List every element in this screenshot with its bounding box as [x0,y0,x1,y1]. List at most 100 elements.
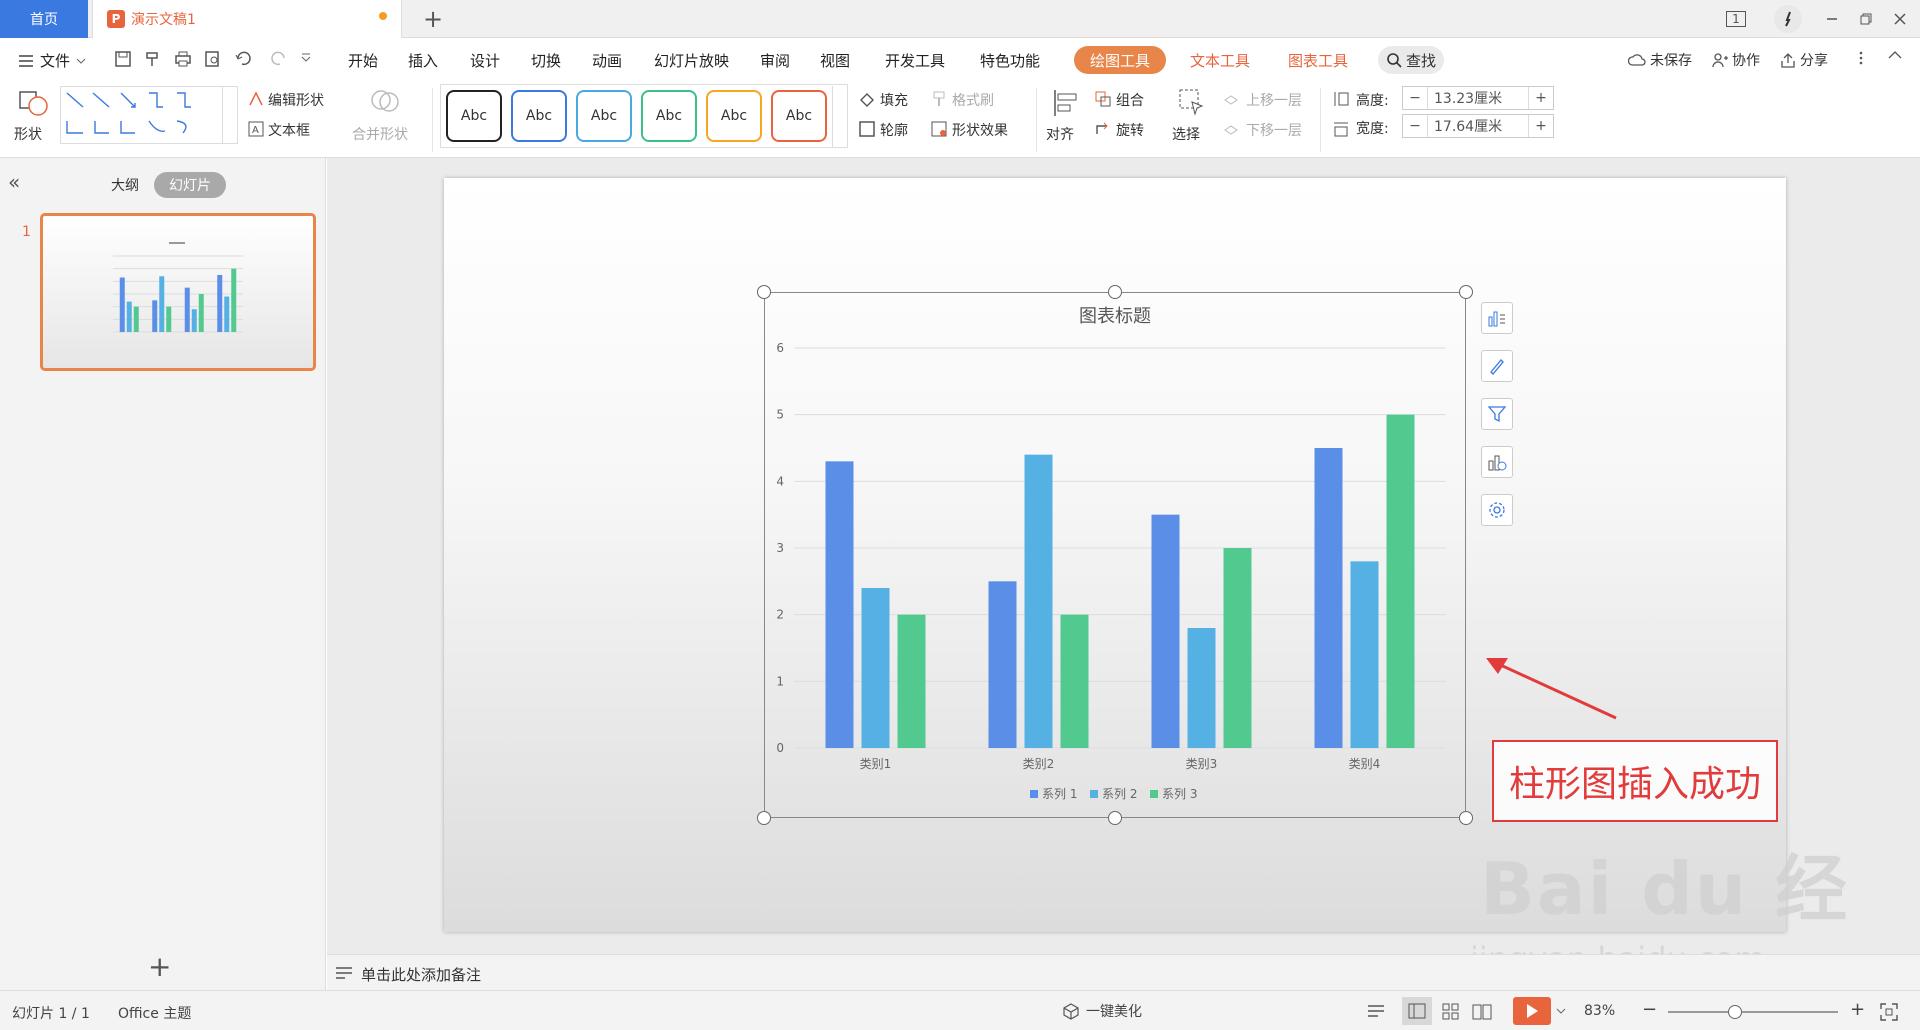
bar-3-1[interactable] [897,614,926,748]
shape-style-6[interactable]: Abc [771,90,827,142]
outline-button[interactable]: 轮廓 [880,120,908,140]
shape-style-3[interactable]: Abc [576,90,632,142]
bar-2-3[interactable] [1187,628,1216,748]
shape-style-4[interactable]: Abc [641,90,697,142]
zoom-slider[interactable] [1668,1011,1838,1013]
format-painter-icon[interactable] [144,50,162,68]
beautify-button[interactable]: 一键美化 [1062,1001,1142,1021]
shape-style-2[interactable]: Abc [511,90,567,142]
undo-icon[interactable] [234,50,258,68]
height-decrement-button[interactable]: − [1403,90,1427,106]
chart-title[interactable]: 图表标题 [1079,306,1151,327]
gallery-scroll[interactable] [222,86,238,144]
zoom-slider-thumb[interactable] [1728,1005,1742,1019]
resize-handle-top-right[interactable] [1459,285,1473,299]
zoom-in-button[interactable]: + [1850,999,1865,1020]
menu-animation[interactable]: 动画 [592,50,622,71]
chart-settings-button[interactable] [1481,494,1513,526]
print-preview-icon[interactable] [204,50,222,68]
redo-icon[interactable] [270,50,288,68]
unsaved-status[interactable]: 未保存 [1628,50,1692,70]
tab-drawing-tools[interactable]: 绘图工具 [1074,46,1166,74]
theme-name[interactable]: Office 主题 [118,1003,191,1023]
edit-shape-button[interactable]: 编辑形状 [268,90,324,110]
restore-button[interactable] [1852,6,1880,32]
group-button[interactable]: 组合 [1116,90,1144,110]
tab-outline[interactable]: 大纲 [100,172,150,198]
legend-label[interactable]: 系列 2 [1102,787,1137,801]
tab-document[interactable]: P 演示文稿1 [92,0,402,38]
print-icon[interactable] [174,50,192,68]
slide-thumbnail[interactable] [40,213,316,371]
format-brush-button[interactable]: 格式刷 [952,90,994,110]
shape-style-1[interactable]: Abc [446,90,502,142]
collaborate-button[interactable]: 协作 [1712,50,1760,70]
resize-handle-top[interactable] [1108,285,1122,299]
collapse-pane-icon[interactable]: « [8,170,20,194]
bar-3-3[interactable] [1223,548,1252,748]
customize-dropdown-icon[interactable] [300,50,312,68]
search-button[interactable]: 查找 [1378,46,1444,74]
normal-view-button[interactable] [1402,997,1432,1025]
width-increment-button[interactable]: + [1529,118,1553,134]
merge-shape-button[interactable]: 合并形状 [352,124,408,144]
bar-2-4[interactable] [1350,561,1379,748]
chart-filter-button[interactable] [1481,398,1513,430]
fill-button[interactable]: 填充 [880,90,908,110]
close-button[interactable] [1886,6,1914,32]
menu-start[interactable]: 开始 [348,50,378,71]
save-icon[interactable] [114,50,132,68]
bar-3-2[interactable] [1060,614,1089,748]
height-field[interactable]: − 13.23厘米 + [1402,86,1554,110]
shape-label[interactable]: 形状 [14,124,42,144]
resize-handle-bottom-right[interactable] [1459,811,1473,825]
zoom-level[interactable]: 83% [1584,1003,1615,1019]
menu-review[interactable]: 审阅 [760,50,790,71]
align-button[interactable]: 对齐 [1046,124,1074,144]
tab-slides[interactable]: 幻灯片 [154,172,226,198]
chart-style-button[interactable] [1481,350,1513,382]
send-backward-button[interactable]: 下移一层 [1246,120,1302,140]
resize-handle-bottom-left[interactable] [757,811,771,825]
shape-effect-button[interactable]: 形状效果 [952,120,1008,140]
chevron-down-icon[interactable] [1556,1007,1566,1015]
bar-1-1[interactable] [825,461,854,748]
slideshow-play-button[interactable] [1513,997,1551,1025]
shape-style-5[interactable]: Abc [706,90,762,142]
bar-2-2[interactable] [1024,454,1053,748]
avatar[interactable] [1774,5,1802,33]
height-value[interactable]: 13.23厘米 [1427,87,1529,109]
legend-label[interactable]: 系列 1 [1042,787,1077,801]
bar-2-1[interactable] [861,588,890,748]
zoom-out-button[interactable]: − [1642,999,1657,1020]
grid-view-icon[interactable] [1442,1003,1460,1021]
textbox-button[interactable]: 文本框 [268,120,310,140]
menu-transition[interactable]: 切换 [531,50,561,71]
more-button[interactable] [1858,50,1864,66]
tab-chart-tools[interactable]: 图表工具 [1278,46,1358,74]
chart-elements-button[interactable] [1481,302,1513,334]
menu-view[interactable]: 视图 [820,50,850,71]
bar-1-4[interactable] [1314,448,1343,748]
menu-design[interactable]: 设计 [470,50,500,71]
shape-icon[interactable] [18,88,50,118]
tab-home[interactable]: 首页 [0,0,88,38]
bar-chart[interactable]: 图表标题 类别1 类别2 类别3 类别4 0 1 2 3 4 5 6 系列 1 系列 2 系列 3 [764,292,1466,818]
select-button[interactable]: 选择 [1172,124,1200,144]
page-indicator[interactable]: 1 [1722,6,1750,32]
notes-pane[interactable]: 单击此处添加备注 [327,954,1920,990]
rotate-button[interactable]: 旋转 [1116,120,1144,140]
height-increment-button[interactable]: + [1529,90,1553,106]
bar-3-4[interactable] [1386,414,1415,748]
menu-insert[interactable]: 插入 [408,50,438,71]
new-tab-button[interactable]: + [420,5,446,33]
legend-label[interactable]: 系列 3 [1162,787,1197,801]
minimize-button[interactable] [1818,6,1846,32]
width-field[interactable]: − 17.64厘米 + [1402,114,1554,138]
add-slide-button[interactable]: + [148,950,171,983]
resize-handle-top-left[interactable] [757,285,771,299]
menu-features[interactable]: 特色功能 [980,50,1040,71]
width-decrement-button[interactable]: − [1403,118,1427,134]
resize-handle-bottom[interactable] [1108,811,1122,825]
share-button[interactable]: 分享 [1780,50,1828,70]
